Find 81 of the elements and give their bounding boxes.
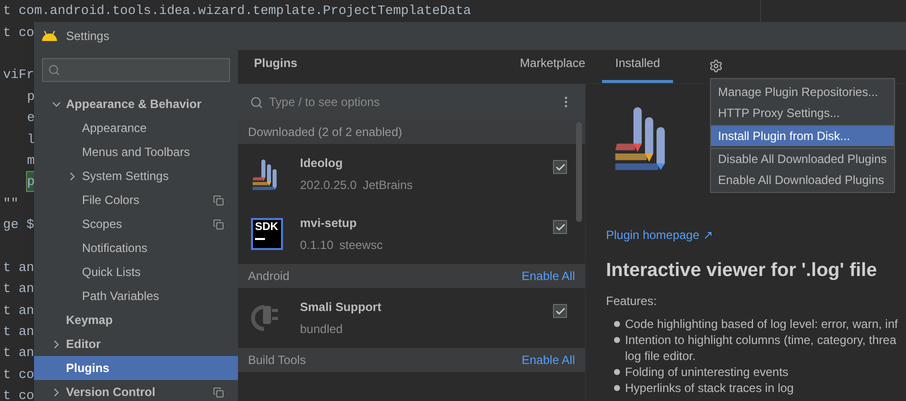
plugin-name: Smali Support <box>300 299 382 316</box>
plugin-checkbox[interactable] <box>553 220 567 234</box>
features-label: Features: <box>606 292 658 310</box>
enable-all-link[interactable]: Enable All <box>522 267 575 285</box>
check-icon <box>554 222 566 232</box>
plugin-row[interactable]: SDK mvi-setup 0.1.10 steewsc <box>238 204 585 264</box>
plugin-checkbox[interactable] <box>553 160 567 174</box>
plugin-version: bundled <box>300 321 343 338</box>
search-icon <box>250 96 263 108</box>
feature-text: Code highlighting based of log level: error, warn, inf <box>625 316 898 332</box>
settings-tree-item[interactable]: Scopes <box>34 212 238 236</box>
bullet-icon <box>614 320 620 326</box>
code-line: t an <box>2 258 36 277</box>
menu-item[interactable]: Disable All Downloaded Plugins <box>711 148 894 169</box>
menu-item[interactable]: Install Plugin from Disk... <box>711 125 894 146</box>
search-field[interactable]: Type / to see options <box>238 84 585 120</box>
menu-item[interactable]: HTTP Proxy Settings... <box>711 102 894 123</box>
plugin-name: Ideolog <box>300 155 344 172</box>
feature-text: Hyperlinks of stack traces in log <box>625 380 794 396</box>
group-title: Downloaded (2 of 2 enabled) <box>248 124 402 141</box>
search-field[interactable] <box>42 58 230 82</box>
code-line: t an <box>2 344 36 362</box>
settings-tree-item[interactable]: Menus and Toolbars <box>34 140 238 164</box>
group-title: Build Tools <box>248 352 306 369</box>
plugin-row[interactable]: Ideolog 202.0.25.0 JetBrains <box>238 144 585 204</box>
search-input[interactable]: Type / to see options <box>269 93 553 111</box>
settings-tree-item[interactable]: Keymap <box>34 308 238 332</box>
settings-tree-item[interactable]: Appearance & Behavior <box>34 92 238 116</box>
settings-tree-item[interactable]: System Settings <box>34 164 238 188</box>
bullet-icon <box>614 336 620 342</box>
plugin-homepage-link[interactable]: Plugin homepage ↗ <box>606 226 906 244</box>
settings-tree-item[interactable]: Path Variables <box>34 284 238 308</box>
code-line: l <box>26 130 36 149</box>
check-icon <box>554 306 566 316</box>
settings-tree-item[interactable]: Plugins <box>34 356 238 380</box>
dialog-title: Settings <box>66 28 110 45</box>
code-line: "" <box>2 194 20 213</box>
code-line: m <box>26 152 36 170</box>
settings-tree-item[interactable]: File Colors <box>34 188 238 212</box>
menu-item[interactable]: Enable All Downloaded Plugins <box>711 169 894 190</box>
feature-text: Intention to highlight columns (time, category, threa <box>625 332 896 348</box>
android-icon <box>41 31 58 41</box>
bullet-icon <box>614 384 620 390</box>
plugin-version: 0.1.10 <box>300 237 334 254</box>
code-line: t com.android.tools.idea.wizard.template.ProjectTemplateData <box>2 2 472 20</box>
settings-tree-item[interactable]: Appearance <box>34 116 238 140</box>
tab[interactable]: Marketplace <box>506 54 598 83</box>
settings-tree-item[interactable]: Version Control <box>34 380 238 401</box>
code-line: t co <box>2 387 36 401</box>
code-line: viFr <box>2 66 36 84</box>
settings-tree-item[interactable]: Editor <box>34 332 238 356</box>
menu-item[interactable]: Manage Plugin Repositories... <box>711 81 894 102</box>
tab[interactable]: Installed <box>602 54 673 83</box>
settings-tree-item[interactable]: Quick Lists <box>34 260 238 284</box>
plugin-heading: Interactive viewer for '.log' file <box>606 259 878 283</box>
plugin-row[interactable]: Smali Support bundled <box>238 288 585 348</box>
code-line: t an <box>2 280 36 298</box>
plugin-checkbox[interactable] <box>553 304 567 318</box>
code-line: t co <box>2 24 36 42</box>
group-title: Android <box>248 268 290 285</box>
search-icon <box>48 64 60 76</box>
settings-icon[interactable] <box>709 59 723 73</box>
code-line: t an <box>2 323 36 342</box>
code-line: p <box>26 88 36 106</box>
plugin-version: 202.0.25.0 <box>300 177 357 194</box>
code-line: ge $ <box>2 216 36 234</box>
feature-text: Folding of uninteresting events <box>625 364 788 380</box>
code-line: e <box>26 109 36 128</box>
check-icon <box>554 162 566 172</box>
page-title: Plugins <box>254 55 298 72</box>
plugin-name: mvi-setup <box>300 215 358 232</box>
plugin-vendor: steewsc <box>339 237 383 254</box>
feature-text: log file editor. <box>625 348 697 364</box>
enable-all-link[interactable]: Enable All <box>522 351 575 369</box>
code-line: t co <box>2 366 36 384</box>
code-line: t an <box>2 302 36 320</box>
bullet-icon <box>614 368 620 374</box>
sdk-logo-icon: SDK <box>251 218 283 250</box>
scrollbar-thumb[interactable] <box>576 122 582 222</box>
plugin-vendor: JetBrains <box>362 177 413 194</box>
settings-tree-item[interactable]: Notifications <box>34 236 238 260</box>
